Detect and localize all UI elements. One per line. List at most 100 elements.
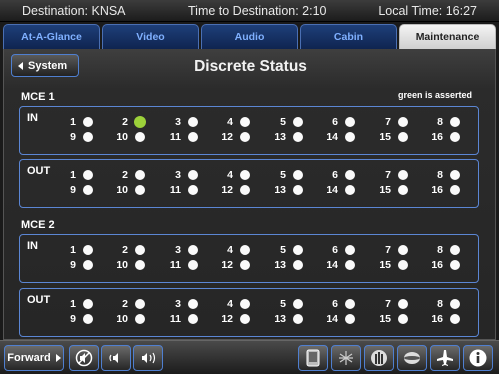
status-indicator [135,185,145,195]
discrete-number: 2 [122,169,128,181]
discrete-13: 13 [264,259,303,271]
volume-down-button[interactable] [101,345,131,371]
tab-audio[interactable]: Audio [201,24,298,49]
discrete-number: 14 [326,131,338,143]
discrete-number: 4 [227,169,233,181]
discrete-number: 8 [437,169,443,181]
discrete-number: 1 [70,244,76,256]
status-indicator [188,245,198,255]
status-indicator [83,245,93,255]
discrete-2: 2 [106,244,145,256]
discrete-1: 1 [54,169,93,181]
discrete-5: 5 [264,244,303,256]
status-indicator [135,132,145,142]
group-label: OUT [27,165,51,177]
tab-maintenance[interactable]: Maintenance [399,24,496,49]
status-indicator [188,299,198,309]
info-button[interactable] [463,345,493,371]
status-indicator [188,314,198,324]
status-indicator [240,260,250,270]
discrete-5: 5 [264,298,303,310]
mce1-title: MCE 1 [21,91,55,103]
status-indicator [240,299,250,309]
maintenance-panel: System Discrete Status green is asserted… [3,49,496,340]
group-label: IN [27,240,38,252]
status-indicator [450,260,460,270]
brightness-button[interactable] [331,345,361,371]
discrete-number: 2 [122,298,128,310]
globe-button[interactable] [397,345,427,371]
mce2-out-group: OUT 1 2 3 4 5 6 7 8 9 10 11 12 13 14 15 16 [19,288,479,337]
discrete-4: 4 [211,169,250,181]
discrete-number: 4 [227,298,233,310]
mute-icon [75,349,93,367]
status-indicator [83,170,93,180]
discrete-4: 4 [211,116,250,128]
status-bar: Destination: KNSA Time to Destination: 2… [0,0,499,22]
status-indicator [450,170,460,180]
discrete-number: 11 [169,259,181,271]
group-label: OUT [27,294,51,306]
status-indicator [398,314,408,324]
info-icon [469,349,487,367]
discrete-9: 9 [54,184,93,196]
asserted-indicator [134,116,146,128]
discrete-number: 3 [175,244,181,256]
discrete-10: 10 [106,184,145,196]
discrete-number: 10 [116,259,128,271]
volume-up-button[interactable] [133,345,163,371]
discrete-12: 12 [211,259,250,271]
discrete-9: 9 [54,313,93,325]
discrete-1: 1 [54,116,93,128]
status-indicator [83,132,93,142]
discrete-number: 6 [332,169,338,181]
bottom-toolbar: Forward [0,340,499,374]
discrete-16: 16 [421,184,460,196]
globe-icon [404,352,420,364]
shade-icon [371,350,387,366]
tab-bar: At-A-Glance Video Audio Cabin Maintenanc… [3,24,496,49]
discrete-14: 14 [316,313,355,325]
discrete-10: 10 [106,313,145,325]
discrete-14: 14 [316,184,355,196]
status-indicator [240,245,250,255]
mute-button[interactable] [69,345,99,371]
status-indicator [135,260,145,270]
discrete-number: 8 [437,298,443,310]
forward-button[interactable]: Forward [4,345,64,371]
brightness-icon [339,351,353,365]
display-button[interactable] [298,345,328,371]
discrete-number: 16 [431,184,443,196]
discrete-number: 1 [70,298,76,310]
discrete-7: 7 [369,169,408,181]
discrete-2: 2 [106,116,146,128]
discrete-3: 3 [159,116,198,128]
discrete-number: 12 [221,313,233,325]
status-indicator [293,314,303,324]
status-indicator [398,245,408,255]
shade-button[interactable] [364,345,394,371]
discrete-number: 9 [70,184,76,196]
time-to-destination-label: Time to Destination: 2:10 [188,4,327,18]
discrete-10: 10 [106,259,145,271]
tab-cabin[interactable]: Cabin [300,24,397,49]
discrete-10: 10 [106,131,145,143]
airplane-button[interactable] [430,345,460,371]
discrete-number: 4 [227,116,233,128]
discrete-number: 14 [326,313,338,325]
discrete-11: 11 [159,313,198,325]
discrete-number: 15 [379,131,391,143]
discrete-number: 12 [221,184,233,196]
status-indicator [83,117,93,127]
destination-label: Destination: KNSA [22,4,126,18]
discrete-number: 7 [385,169,391,181]
discrete-number: 10 [116,313,128,325]
discrete-number: 10 [116,184,128,196]
tab-at-a-glance[interactable]: At-A-Glance [3,24,100,49]
tab-video[interactable]: Video [102,24,199,49]
discrete-3: 3 [159,298,198,310]
discrete-7: 7 [369,298,408,310]
discrete-14: 14 [316,259,355,271]
status-indicator [135,314,145,324]
discrete-12: 12 [211,184,250,196]
